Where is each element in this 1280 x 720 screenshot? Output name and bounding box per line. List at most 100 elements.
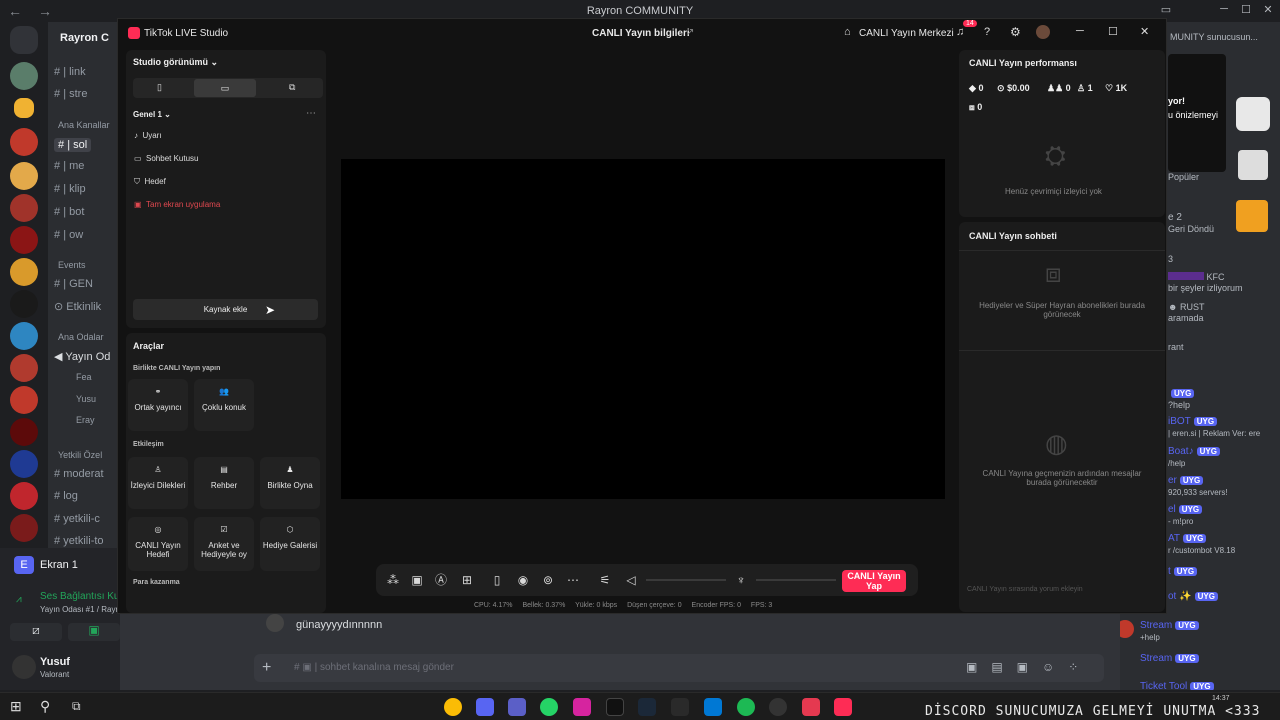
voice-user[interactable]: Eray bbox=[76, 415, 95, 425]
server-icon[interactable] bbox=[10, 418, 38, 446]
viewer-wishes-button[interactable]: ♙ İzleyici Dilekleri bbox=[128, 457, 188, 509]
help-icon[interactable]: ? bbox=[984, 26, 990, 38]
landscape-icon[interactable]: ▭ bbox=[194, 79, 256, 97]
more-icon[interactable]: ⋯ bbox=[566, 573, 580, 587]
channel-item[interactable]: # | klip bbox=[54, 183, 86, 195]
tiktok-icon[interactable] bbox=[606, 698, 624, 716]
server-icon[interactable] bbox=[10, 162, 38, 190]
magic-wand-icon[interactable]: ⁂ bbox=[386, 573, 400, 587]
voice-status[interactable]: Ses Bağlantısı Ku bbox=[40, 591, 120, 602]
play-together-button[interactable]: ♟ Birlikte Oyna bbox=[260, 457, 320, 509]
member-name[interactable]: 3 bbox=[1168, 254, 1173, 264]
category-header[interactable]: Ana Odalar bbox=[58, 332, 104, 342]
microphone-icon[interactable]: ♆ bbox=[734, 573, 748, 587]
category-header[interactable]: Ana Kanallar bbox=[58, 120, 110, 130]
teams-icon[interactable] bbox=[508, 698, 526, 716]
server-name[interactable]: Rayron C bbox=[60, 32, 109, 44]
clock-time[interactable]: 14:37 bbox=[1212, 695, 1230, 702]
gear-icon[interactable]: ⚙ bbox=[1010, 25, 1021, 39]
go-live-button[interactable]: CANLI Yayın Yap bbox=[842, 570, 906, 592]
channel-item[interactable]: # | ow bbox=[54, 229, 83, 241]
member-name[interactable]: er UYG bbox=[1168, 475, 1204, 486]
member-name[interactable]: UYG bbox=[1168, 388, 1195, 398]
steam-icon[interactable] bbox=[638, 698, 656, 716]
spotify-icon[interactable] bbox=[737, 698, 755, 716]
server-icon[interactable] bbox=[10, 258, 38, 286]
settings-sliders-icon[interactable]: ⚟ bbox=[598, 573, 612, 587]
member-name[interactable]: ot ✨ UYG bbox=[1168, 591, 1218, 602]
screen-label[interactable]: Ekran 1 bbox=[40, 559, 78, 571]
maximize-icon[interactable]: ☐ bbox=[1108, 25, 1118, 38]
avatar[interactable] bbox=[12, 655, 36, 679]
stop-video-icon[interactable]: ⧄ bbox=[10, 623, 62, 641]
channel-item[interactable]: # | GEN bbox=[54, 278, 93, 290]
inbox-icon[interactable]: ▭ bbox=[1156, 3, 1176, 19]
co-host-button[interactable]: ⚭ Ortak yayıncı bbox=[128, 379, 188, 431]
server-icon[interactable] bbox=[10, 386, 38, 414]
live-goal-button[interactable]: ◎ CANLI Yayın Hedefi bbox=[128, 517, 188, 571]
channel-item[interactable]: # | bot bbox=[54, 206, 84, 218]
server-icon[interactable] bbox=[10, 290, 38, 318]
gift-gallery-button[interactable]: ⬡ Hediye Galerisi bbox=[260, 517, 320, 571]
layout-icon[interactable]: ⊞ bbox=[460, 573, 474, 587]
scene-dropdown[interactable]: Genel 1 ⌄ bbox=[133, 110, 171, 119]
add-source-button[interactable]: Kaynak ekle bbox=[133, 299, 318, 320]
minimize-icon[interactable]: ─ bbox=[1214, 3, 1234, 19]
server-icon[interactable] bbox=[10, 194, 38, 222]
app-icon[interactable] bbox=[802, 698, 820, 716]
member-name[interactable]: KFC bbox=[1168, 272, 1225, 282]
discord-icon[interactable] bbox=[476, 698, 494, 716]
folder-icon[interactable] bbox=[14, 98, 34, 118]
source-item[interactable]: ⛉ Hedef bbox=[134, 177, 166, 187]
camera-icon[interactable]: ⊚ bbox=[541, 573, 555, 587]
category-header[interactable]: Yetkili Özel bbox=[58, 450, 102, 460]
server-icon[interactable] bbox=[10, 514, 38, 542]
ai-icon[interactable]: Ⓐ bbox=[434, 573, 448, 587]
mic-slider[interactable] bbox=[756, 579, 836, 581]
member-name[interactable]: Boat♪ UYG bbox=[1168, 446, 1220, 457]
member-name[interactable]: t UYG bbox=[1168, 566, 1198, 577]
studio-view-dropdown[interactable]: Studio görünümü ⌄ bbox=[133, 57, 218, 68]
home-icon[interactable]: ⌂ bbox=[844, 26, 851, 38]
more-icon[interactable]: ⋯ bbox=[306, 108, 316, 119]
voice-channel[interactable]: ◀ Yayın Od bbox=[54, 350, 110, 363]
category-header[interactable]: Events bbox=[58, 260, 86, 270]
server-icon[interactable] bbox=[10, 62, 38, 90]
poll-button[interactable]: ☑ Anket ve Hediyeyle oy bbox=[194, 517, 254, 571]
whatsapp-icon[interactable] bbox=[540, 698, 558, 716]
chrome-icon[interactable] bbox=[444, 698, 462, 716]
server-icon[interactable] bbox=[10, 226, 38, 254]
maximize-icon[interactable]: ☐ bbox=[1236, 3, 1256, 19]
channel-item[interactable]: # moderat bbox=[54, 468, 104, 480]
bell-icon[interactable]: ♫ bbox=[956, 26, 964, 38]
screen-icon[interactable]: ▣ bbox=[68, 623, 120, 641]
member-name[interactable]: iBOT UYG bbox=[1168, 416, 1218, 427]
channel-item-active[interactable]: # | sol bbox=[54, 138, 92, 152]
guide-button[interactable]: ▤ Rehber bbox=[194, 457, 254, 509]
source-item[interactable]: ▭ Sohbet Kutusu bbox=[134, 154, 199, 163]
obs-icon[interactable] bbox=[769, 698, 787, 716]
source-item[interactable]: ♪ Uyarı bbox=[134, 131, 162, 140]
close-icon[interactable]: ✕ bbox=[1140, 25, 1149, 38]
server-icon[interactable] bbox=[10, 128, 38, 156]
channel-item[interactable]: # | link bbox=[54, 66, 86, 78]
share-icon[interactable]: ↗ bbox=[686, 27, 694, 38]
tiktok-live-studio-icon[interactable] bbox=[834, 698, 852, 716]
live-center-link[interactable]: CANLI Yayın Merkezi bbox=[859, 28, 954, 39]
member-name[interactable]: e 2 bbox=[1168, 212, 1182, 223]
server-icon[interactable] bbox=[10, 450, 38, 478]
instagram-icon[interactable] bbox=[573, 698, 591, 716]
channel-item[interactable]: # | me bbox=[54, 160, 84, 172]
channel-item[interactable]: # yetkili-to bbox=[54, 535, 104, 547]
phone-icon[interactable]: ▯ bbox=[490, 573, 504, 587]
avatar[interactable] bbox=[1036, 25, 1050, 39]
channel-item[interactable]: # log bbox=[54, 490, 78, 502]
source-item-error[interactable]: ▣ Tam ekran uygulama bbox=[134, 200, 220, 209]
record-icon[interactable]: ◉ bbox=[516, 573, 530, 587]
channel-item[interactable]: # yetkili-c bbox=[54, 513, 100, 525]
windows-start-icon[interactable]: ⊞ bbox=[10, 698, 22, 715]
epic-games-icon[interactable] bbox=[671, 698, 689, 716]
channel-item[interactable]: ⊙ Etkinlik bbox=[54, 300, 101, 313]
effects-icon[interactable]: ▣ bbox=[410, 573, 424, 587]
server-icon[interactable] bbox=[10, 322, 38, 350]
